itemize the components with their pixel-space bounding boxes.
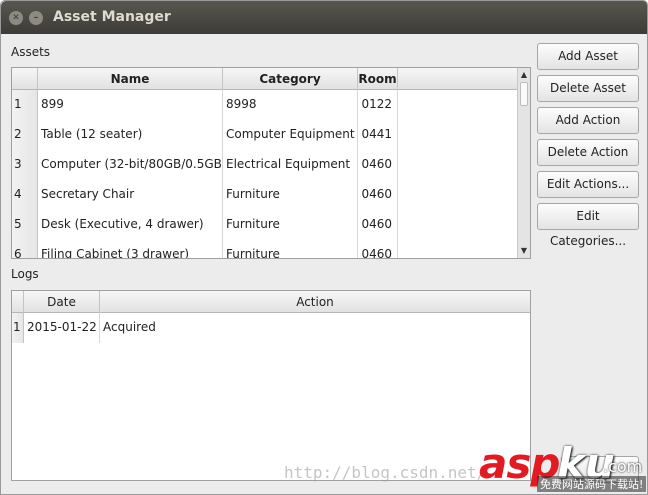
asset-name-cell[interactable]: Desk (Executive, 4 drawer) xyxy=(38,210,223,240)
column-header-room[interactable]: Room xyxy=(358,68,398,90)
row-number-header xyxy=(12,68,38,90)
assets-table-header: Name Category Room xyxy=(12,68,517,90)
assets-scrollbar[interactable]: ▲ ▼ xyxy=(517,68,530,258)
scrollbar-thumb[interactable] xyxy=(520,82,528,106)
assets-table: Name Category Room 1 899 8998 0122 2 Tab… xyxy=(11,67,531,259)
asset-name-cell[interactable]: Secretary Chair xyxy=(38,180,223,210)
asset-name-cell[interactable]: Filing Cabinet (3 drawer) xyxy=(38,240,223,258)
window-title: Asset Manager xyxy=(53,9,171,25)
asset-category-cell[interactable]: Computer Equipment xyxy=(223,120,358,150)
asset-category-cell[interactable]: 8998 xyxy=(223,90,358,120)
table-row[interactable]: 6 Filing Cabinet (3 drawer) Furniture 04… xyxy=(12,240,398,258)
asset-room-cell[interactable]: 0460 xyxy=(358,210,398,240)
column-header-category[interactable]: Category xyxy=(223,68,358,90)
assets-label: Assets xyxy=(11,45,51,59)
table-row[interactable]: 4 Secretary Chair Furniture 0460 xyxy=(12,180,398,210)
row-number: 3 xyxy=(12,150,38,180)
log-action-cell[interactable]: Acquired xyxy=(100,313,530,343)
watermark-url: http://blog.csdn.net/ xyxy=(284,463,487,482)
asset-room-cell[interactable]: 0122 xyxy=(358,90,398,120)
table-row[interactable]: 3 Computer (32-bit/80GB/0.5GB) Electrica… xyxy=(12,150,398,180)
row-number: 5 xyxy=(12,210,38,240)
logs-table: Date Action 1 2015-01-22 Acquired xyxy=(11,290,531,481)
row-number: 1 xyxy=(12,313,24,343)
row-number-header xyxy=(12,291,24,313)
logo-com: .com xyxy=(603,457,643,476)
asset-category-cell[interactable]: Furniture xyxy=(223,240,358,258)
row-number: 2 xyxy=(12,120,38,150)
column-header-name[interactable]: Name xyxy=(38,68,223,90)
table-row[interactable]: 2 Table (12 seater) Computer Equipment 0… xyxy=(12,120,398,150)
table-row[interactable]: 1 2015-01-22 Acquired xyxy=(12,313,530,343)
asset-category-cell[interactable]: Furniture xyxy=(223,210,358,240)
logs-label: Logs xyxy=(11,267,39,281)
column-header-action[interactable]: Action xyxy=(100,291,530,313)
asset-name-cell[interactable]: 899 xyxy=(38,90,223,120)
scroll-up-icon[interactable]: ▲ xyxy=(518,68,530,82)
asset-category-cell[interactable]: Furniture xyxy=(223,180,358,210)
row-number: 6 xyxy=(12,240,38,258)
title-bar: ✕ – Asset Manager xyxy=(1,1,647,34)
row-number: 4 xyxy=(12,180,38,210)
asset-room-cell[interactable]: 0441 xyxy=(358,120,398,150)
column-header-date[interactable]: Date xyxy=(24,291,100,313)
asset-room-cell[interactable]: 0460 xyxy=(358,150,398,180)
close-icon[interactable]: ✕ xyxy=(9,11,23,25)
asset-category-cell[interactable]: Electrical Equipment xyxy=(223,150,358,180)
asset-manager-window: ✕ – Asset Manager Assets Name Category R… xyxy=(0,0,648,495)
asset-name-cell[interactable]: Computer (32-bit/80GB/0.5GB) xyxy=(38,150,223,180)
table-row[interactable]: 5 Desk (Executive, 4 drawer) Furniture 0… xyxy=(12,210,398,240)
scroll-down-icon[interactable]: ▼ xyxy=(518,244,530,258)
logo-subtitle: 免费网站源码下载站! xyxy=(537,476,647,492)
table-row[interactable]: 1 899 8998 0122 xyxy=(12,90,398,120)
asset-room-cell[interactable]: 0460 xyxy=(358,180,398,210)
edit-actions-button[interactable]: Edit Actions... xyxy=(537,171,639,198)
asset-name-cell[interactable]: Table (12 seater) xyxy=(38,120,223,150)
add-action-button[interactable]: Add Action xyxy=(537,107,639,134)
minimize-icon[interactable]: – xyxy=(29,11,43,25)
log-date-cell[interactable]: 2015-01-22 xyxy=(24,313,100,343)
aspku-logo: asp ku .com 免费网站源码下载站! xyxy=(479,439,647,494)
logs-table-header: Date Action xyxy=(12,291,530,313)
delete-asset-button[interactable]: Delete Asset xyxy=(537,75,639,102)
asset-room-cell[interactable]: 0460 xyxy=(358,240,398,258)
delete-action-button[interactable]: Delete Action xyxy=(537,139,639,166)
add-asset-button[interactable]: Add Asset xyxy=(537,43,639,70)
edit-categories-button[interactable]: Edit Categories... xyxy=(537,203,639,248)
row-number: 1 xyxy=(12,90,38,120)
